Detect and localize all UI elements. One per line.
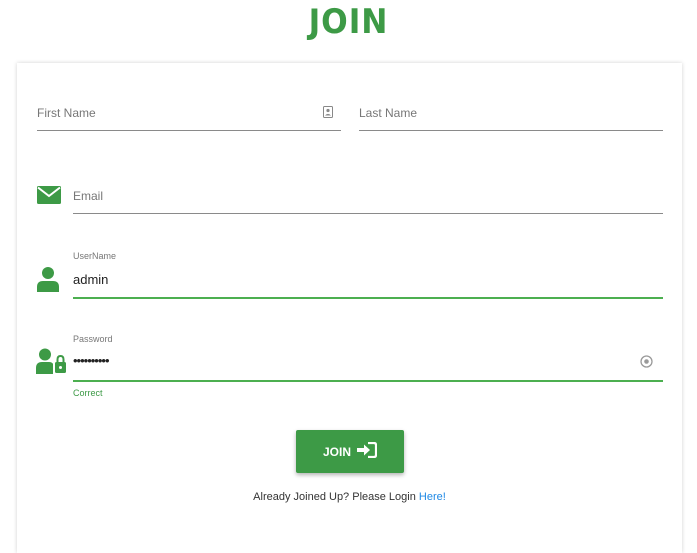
login-prompt: Already Joined Up? Please Login Here! <box>17 491 682 503</box>
join-form-card: First Name Last Name Email UserName admi… <box>17 63 682 553</box>
last-name-placeholder: Last Name <box>359 106 418 120</box>
username-label: UserName <box>73 251 117 261</box>
join-button[interactable]: JOIN <box>296 430 404 473</box>
last-name-underline <box>359 130 663 131</box>
password-field[interactable]: Password •••••••••• <box>73 334 663 382</box>
password-value: •••••••••• <box>73 353 110 368</box>
email-field[interactable]: Email <box>73 180 663 214</box>
envelope-icon <box>37 186 61 209</box>
password-underline <box>73 380 663 382</box>
username-field[interactable]: UserName admin <box>73 251 663 299</box>
contact-card-icon <box>323 105 333 123</box>
email-placeholder: Email <box>73 189 104 203</box>
last-name-field[interactable]: Last Name <box>359 97 663 131</box>
login-link[interactable]: Here! <box>419 491 446 503</box>
username-underline <box>73 297 663 299</box>
user-icon <box>37 266 59 297</box>
page-title: JOIN <box>308 2 389 42</box>
eye-icon[interactable] <box>640 355 653 373</box>
password-label: Password <box>73 334 113 344</box>
first-name-field[interactable]: First Name <box>37 97 341 131</box>
first-name-placeholder: First Name <box>37 106 96 120</box>
user-lock-icon <box>36 348 68 379</box>
join-button-label: JOIN <box>322 444 351 459</box>
password-helper-text: Correct <box>73 388 103 398</box>
first-name-underline <box>37 130 341 131</box>
sign-in-icon <box>357 441 378 461</box>
login-prompt-text: Already Joined Up? Please Login <box>253 491 419 503</box>
username-value: admin <box>73 272 109 287</box>
email-underline <box>73 213 663 214</box>
